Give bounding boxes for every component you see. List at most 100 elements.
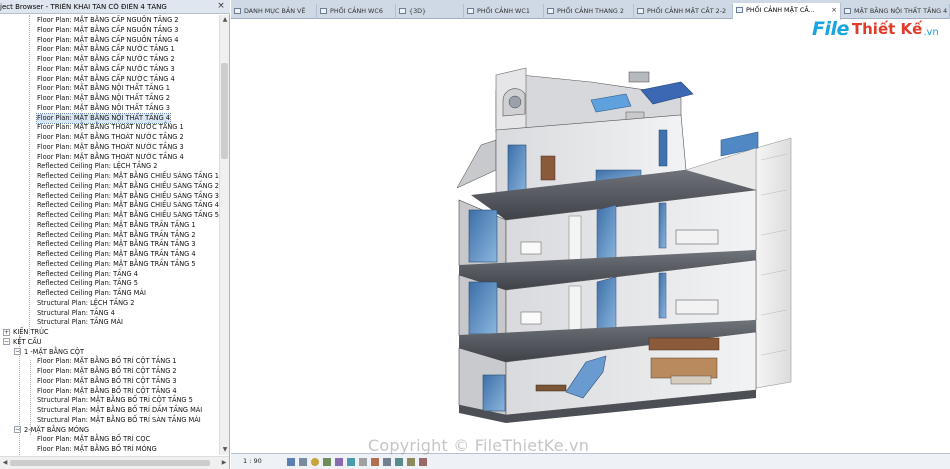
view-tab-label: {3D}: [409, 7, 427, 15]
shadows-icon[interactable]: [323, 458, 331, 466]
sun-path-icon[interactable]: [311, 458, 319, 466]
tree-item-label: Structural Plan: TẦNG 4: [37, 308, 115, 317]
tree-item-label: Reflected Ceiling Plan: TẦNG 5: [37, 279, 138, 288]
tree-item-label: Floor Plan: MẶT BẰNG BỐ TRÍ MÓNG: [37, 445, 157, 453]
tree-item[interactable]: Floor Plan: MẶT BẰNG CẤP NƯỚC TẦNG 1: [37, 45, 175, 55]
visual-style-icon[interactable]: [299, 458, 307, 466]
tree-item[interactable]: Floor Plan: MẶT BẰNG THOÁT NƯỚC TẦNG 2: [37, 133, 184, 143]
tree-item[interactable]: Floor Plan: MẶT BẰNG CẤP NGUỒN TẦNG 4: [37, 36, 179, 46]
tree-item[interactable]: Floor Plan: MẶT BẰNG CẤP NƯỚC TẦNG 4: [37, 75, 175, 85]
tree-item[interactable]: Reflected Ceiling Plan: MẶT BẰNG TRẦN TẦ…: [37, 260, 196, 270]
tree-item[interactable]: Floor Plan: MẶT BẰNG CẤP NGUỒN TẦNG 3: [37, 26, 179, 36]
tree-item[interactable]: −2-MẶT BẰNG MÓNG: [14, 426, 89, 436]
scroll-down-arrow-icon[interactable]: ▼: [220, 445, 230, 455]
tree-item-label: Floor Plan: MẶT BẰNG CẤP NƯỚC TẦNG 1: [37, 45, 175, 54]
tree-item[interactable]: Reflected Ceiling Plan: TẦNG 4: [37, 270, 138, 280]
tree-item[interactable]: Reflected Ceiling Plan: MẶT BẰNG CHIẾU S…: [37, 211, 219, 221]
tree-item[interactable]: Reflected Ceiling Plan: MẶT BẰNG TRẦN TẦ…: [37, 250, 196, 260]
tree-connector-line: [19, 335, 20, 455]
project-browser: ject Browser - TRIỂN KHAI TÂN CỔ ĐIỂN 4 …: [0, 0, 230, 469]
crop-view-icon[interactable]: [347, 458, 355, 466]
tree-horizontal-scrollbar[interactable]: ◀ ▶: [0, 456, 229, 469]
tree-item[interactable]: Reflected Ceiling Plan: MẶT BẰNG CHIẾU S…: [37, 192, 219, 202]
tree-item[interactable]: Reflected Ceiling Plan: MẶT BẰNG TRẦN TẦ…: [37, 240, 196, 250]
tree-item[interactable]: Floor Plan: MẶT BẰNG THOÁT NƯỚC TẦNG 1: [37, 123, 184, 133]
tree-item-label: Floor Plan: MẶT BẰNG THOÁT NƯỚC TẦNG 3: [37, 142, 184, 151]
tree-item-label: Floor Plan: MẶT BẰNG CẤP NGUỒN TẦNG 3: [37, 25, 179, 34]
tree-item[interactable]: Reflected Ceiling Plan: TẦNG 5: [37, 279, 138, 289]
tree-item[interactable]: Reflected Ceiling Plan: MẶT BẰNG CHIẾU S…: [37, 172, 219, 182]
render-icon[interactable]: [335, 458, 343, 466]
tree-item[interactable]: Floor Plan: MẶT BẰNG THOÁT NƯỚC TẦNG 3: [37, 143, 184, 153]
tree-item-label: Floor Plan: MẶT BẰNG NỘI THẤT TẦNG 1: [37, 84, 170, 93]
tree-item[interactable]: Structural Plan: MẶT BẰNG BỐ TRÍ SÀN TẦN…: [37, 416, 201, 426]
tree-item-label: Reflected Ceiling Plan: TẦNG 4: [37, 269, 138, 278]
view-tab[interactable]: DANH MỤC BẢN VẼ: [231, 4, 317, 19]
tree-item[interactable]: Floor Plan: MẶT BẰNG CẤP NƯỚC TẦNG 2: [37, 55, 175, 65]
tree-item-label: Floor Plan: MẶT BẰNG BỐ TRÍ CỘT TẦNG 4: [37, 386, 177, 395]
show-crop-region-icon[interactable]: [359, 458, 367, 466]
view-icon: [234, 8, 241, 14]
tree-item[interactable]: Floor Plan: MẶT BẰNG BỐ TRÍ MÓNG: [37, 445, 157, 455]
detail-level-icon[interactable]: [287, 458, 295, 466]
view-tab[interactable]: PHỐI CẢNH WC1: [464, 4, 544, 19]
view-tab[interactable]: {3D}: [396, 4, 464, 19]
tree-item[interactable]: Reflected Ceiling Plan: MẶT BẰNG CHIẾU S…: [37, 182, 219, 192]
tree-item[interactable]: Structural Plan: MẶT BẰNG BỐ TRÍ DẦM TẦN…: [37, 406, 202, 416]
tree-item[interactable]: Structural Plan: TẦNG MÁI: [37, 318, 123, 328]
tree-item-label: Reflected Ceiling Plan: MẶT BẰNG CHIẾU S…: [37, 201, 219, 210]
tree-item[interactable]: Floor Plan: MẶT BẰNG NỘI THẤT TẦNG 3: [37, 104, 170, 114]
tree-item[interactable]: Floor Plan: MẶT BẰNG BỐ TRÍ CỌC: [37, 435, 150, 445]
view-tab[interactable]: PHỐI CẢNH MẶT CẮT 2-2: [634, 4, 733, 19]
highlight-displacement-icon[interactable]: [419, 458, 427, 466]
tree-item[interactable]: Floor Plan: MẶT BẰNG BỐ TRÍ CỘT TẦNG 4: [37, 387, 177, 397]
tree-item-label: Reflected Ceiling Plan: MẶT BẰNG TRẦN TẦ…: [37, 240, 196, 249]
expand-icon[interactable]: +: [3, 328, 10, 336]
tree-item[interactable]: − KẾT CẤU: [3, 338, 42, 348]
tree-item[interactable]: −1 -MẶT BẰNG CỘT: [14, 348, 84, 358]
tree-item[interactable]: Reflected Ceiling Plan: TẦNG MÁI: [37, 289, 146, 299]
analytical-model-icon[interactable]: [407, 458, 415, 466]
building-section-model: [456, 67, 792, 423]
view-icon: [467, 8, 474, 14]
tree-item[interactable]: Floor Plan: MẶT BẰNG BỐ TRÍ CỘT TẦNG 1: [37, 357, 177, 367]
tree-item[interactable]: Floor Plan: MẶT BẰNG THOÁT NƯỚC TẦNG 4: [37, 153, 184, 163]
view-scale[interactable]: 1 : 90: [243, 457, 262, 465]
tree-item[interactable]: Floor Plan: MẶT BẰNG NỘI THẤT TẦNG 1: [37, 84, 170, 94]
tree-item[interactable]: Reflected Ceiling Plan: LỆCH TẦNG 2: [37, 162, 157, 172]
tree-item[interactable]: Floor Plan: MẶT BẰNG CẤP NGUỒN TẦNG 2: [37, 16, 179, 26]
close-icon[interactable]: ×: [215, 1, 227, 13]
collapse-icon[interactable]: −: [3, 338, 10, 346]
copyright-watermark: Copyright © FileThietKe.vn: [368, 436, 590, 455]
3d-section-viewport[interactable]: [231, 20, 950, 453]
scroll-right-arrow-icon[interactable]: ▶: [219, 457, 229, 469]
scroll-up-arrow-icon[interactable]: ▲: [220, 15, 230, 25]
temporary-hide-icon[interactable]: [383, 458, 391, 466]
lock-view-icon[interactable]: [371, 458, 379, 466]
tree-item[interactable]: Structural Plan: TẦNG 4: [37, 309, 115, 319]
tree-item[interactable]: Floor Plan: MẶT BẰNG NỘI THẤT TẦNG 2: [37, 94, 170, 104]
view-tab[interactable]: PHỐI CẢNH THANG 2: [544, 4, 634, 19]
logo-thietke-text: Thiết Kế: [851, 20, 923, 38]
tree-item[interactable]: Floor Plan: MẶT BẰNG CẤP NƯỚC TẦNG 3: [37, 65, 175, 75]
tree-item[interactable]: + KIẾN TRÚC: [3, 328, 49, 338]
scroll-thumb[interactable]: [221, 63, 228, 159]
scroll-left-arrow-icon[interactable]: ◀: [0, 457, 10, 469]
tree-item[interactable]: Reflected Ceiling Plan: MẶT BẰNG TRẦN TẦ…: [37, 221, 196, 231]
tree-item[interactable]: Reflected Ceiling Plan: MẶT BẰNG CHIẾU S…: [37, 201, 219, 211]
tree-item[interactable]: Floor Plan: MẶT BẰNG NỘI THẤT TẦNG 4: [36, 112, 171, 125]
view-icon: [399, 8, 406, 14]
tree-vertical-scrollbar[interactable]: ▲ ▼: [219, 15, 229, 455]
scroll-thumb-horizontal[interactable]: [10, 460, 210, 466]
logo-vn-text: .vn: [923, 26, 939, 38]
tree-item[interactable]: Structural Plan: MẶT BẰNG BỐ TRÍ CỘT TẦN…: [37, 396, 193, 406]
tree-item[interactable]: Reflected Ceiling Plan: MẶT BẰNG TRẦN TẦ…: [37, 231, 196, 241]
reveal-hidden-icon[interactable]: [395, 458, 403, 466]
tree-item-label: Floor Plan: MẶT BẰNG CẤP NGUỒN TẦNG 4: [37, 35, 179, 44]
tree-item[interactable]: Floor Plan: MẶT BẰNG BỐ TRÍ CỘT TẦNG 2: [37, 367, 177, 377]
tree-item[interactable]: Floor Plan: MẶT BẰNG BỐ TRÍ CỘT TẦNG 3: [37, 377, 177, 387]
tree-item-label: Floor Plan: MẶT BẰNG NỘI THẤT TẦNG 2: [37, 94, 170, 102]
tree-item[interactable]: Structural Plan: LỆCH TẦNG 2: [37, 299, 134, 309]
view-tab[interactable]: PHỐI CẢNH WC6: [317, 4, 396, 19]
tree-connector-line: [29, 15, 30, 335]
